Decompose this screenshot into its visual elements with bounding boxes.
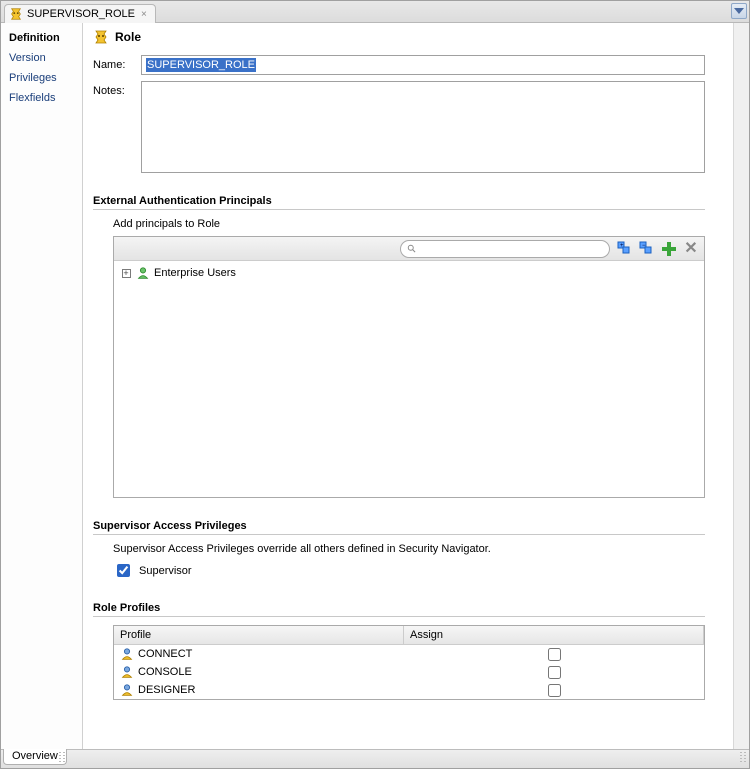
role-header: Role [93, 29, 705, 45]
divider [93, 616, 705, 617]
bottom-tab-bar: Overview [1, 749, 749, 768]
x-icon: ✕ [684, 241, 697, 257]
table-header-row: Profile Assign [114, 626, 704, 645]
supervisor-title: Supervisor Access Privileges [93, 520, 705, 532]
profile-icon [120, 647, 134, 661]
divider [93, 209, 705, 210]
window: SUPERVISOR_ROLE × Definition Version Pri… [0, 0, 750, 769]
close-icon[interactable]: × [139, 9, 149, 20]
search-field[interactable] [400, 240, 610, 258]
role-profiles-title: Role Profiles [93, 602, 705, 614]
search-input[interactable] [421, 242, 603, 256]
collapse-all-button[interactable]: − [638, 240, 656, 258]
drag-handle-icon [59, 752, 65, 763]
expand-icon[interactable]: + [120, 267, 132, 279]
principals-tree[interactable]: + Enterprise Users [114, 261, 704, 497]
supervisor-checkbox[interactable] [117, 564, 130, 577]
side-item-version[interactable]: Version [3, 49, 80, 67]
principals-panel: + − ✕ [113, 236, 705, 498]
col-profile[interactable]: Profile [114, 626, 404, 644]
name-label: Name: [93, 55, 133, 71]
add-button[interactable] [660, 240, 678, 258]
assign-checkbox[interactable] [548, 666, 561, 679]
editor-tab-supervisor-role[interactable]: SUPERVISOR_ROLE × [4, 4, 156, 23]
vertical-scrollbar[interactable] [733, 23, 749, 749]
profile-name: DESIGNER [138, 684, 195, 696]
side-item-definition[interactable]: Definition [3, 29, 80, 47]
profiles-table: Profile Assign CONNECT [113, 625, 705, 700]
ext-auth-subtext: Add principals to Role [113, 218, 705, 230]
svg-text:+: + [620, 243, 624, 249]
role-icon [9, 7, 23, 21]
supervisor-checkbox-label: Supervisor [139, 565, 192, 577]
assign-checkbox[interactable] [548, 684, 561, 697]
name-value: SUPERVISOR_ROLE [146, 58, 256, 72]
bottom-tab-overview[interactable]: Overview [3, 749, 67, 765]
editor-tab-label: SUPERVISOR_ROLE [27, 8, 135, 20]
role-title: Role [115, 30, 141, 44]
profile-icon [120, 665, 134, 679]
assign-checkbox[interactable] [548, 648, 561, 661]
name-input[interactable]: SUPERVISOR_ROLE [141, 55, 705, 75]
main-area: Definition Version Privileges Flexfields [1, 23, 749, 749]
tree-node-label: Enterprise Users [154, 267, 236, 279]
profile-icon [120, 683, 134, 697]
profile-name: CONSOLE [138, 666, 192, 678]
profile-name: CONNECT [138, 648, 192, 660]
principals-toolbar: + − ✕ [114, 237, 704, 261]
side-item-flexfields[interactable]: Flexfields [3, 89, 80, 107]
role-icon [93, 29, 109, 45]
person-icon [136, 266, 150, 280]
tree-row[interactable]: + Enterprise Users [120, 265, 698, 281]
table-row[interactable]: CONNECT [114, 645, 704, 663]
supervisor-desc: Supervisor Access Privileges override al… [113, 543, 705, 555]
table-row[interactable]: DESIGNER [114, 681, 704, 699]
content-panel: Role Name: SUPERVISOR_ROLE Notes: [83, 23, 733, 710]
editor-tab-bar: SUPERVISOR_ROLE × [1, 1, 749, 23]
notes-label: Notes: [93, 81, 133, 97]
tab-list-button[interactable] [731, 3, 747, 19]
side-nav: Definition Version Privileges Flexfields [1, 23, 83, 749]
side-item-privileges[interactable]: Privileges [3, 69, 80, 87]
col-assign[interactable]: Assign [404, 626, 704, 644]
svg-text:−: − [642, 243, 646, 249]
expand-all-button[interactable]: + [616, 240, 634, 258]
drag-handle-icon [740, 752, 746, 763]
notes-input[interactable] [141, 81, 705, 173]
remove-button[interactable]: ✕ [682, 240, 700, 258]
table-row[interactable]: CONSOLE [114, 663, 704, 681]
ext-auth-title: External Authentication Principals [93, 195, 705, 207]
search-icon [407, 244, 417, 254]
divider [93, 534, 705, 535]
